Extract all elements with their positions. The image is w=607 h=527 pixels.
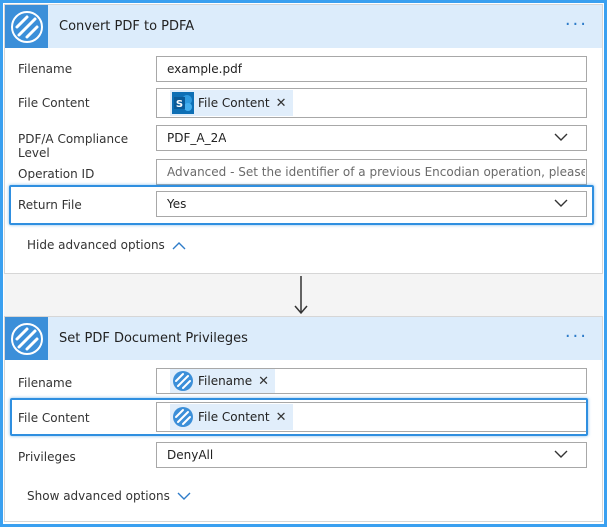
token-label: Filename [198,374,253,388]
encodian-icon [10,322,43,355]
encodian-icon [10,10,43,43]
advanced-toggle-label: Hide advanced options [27,238,165,252]
action-card-convert-pdf: Convert PDF to PDFA ··· Filename example… [4,4,603,274]
compliance-row: PDF/A Compliance Level PDF_A_2A [5,125,602,160]
file-content-token[interactable]: S File Content ✕ [170,90,293,116]
card-header[interactable]: Set PDF Document Privileges ··· [5,317,602,360]
remove-token-icon[interactable]: ✕ [276,96,287,111]
token-label: File Content [198,96,270,110]
operation-id-placeholder: Advanced - Set the identifier of a previ… [167,165,585,179]
chevron-down-icon[interactable] [554,132,568,142]
compliance-label: PDF/A Compliance Level [18,132,129,160]
privileges-label: Privileges [18,450,76,464]
filename-row: Filename example.pdf [5,56,602,82]
remove-token-icon[interactable]: ✕ [258,374,269,389]
operation-id-row: Operation ID Advanced - Set the identifi… [5,159,602,185]
card-title: Set PDF Document Privileges [59,331,248,346]
card-header[interactable]: Convert PDF to PDFA ··· [5,5,602,48]
file-content-row: File Content S File Content ✕ [5,88,602,118]
arrow-down-icon [294,276,308,315]
file-content-highlight [10,398,588,436]
operation-id-input[interactable]: Advanced - Set the identifier of a previ… [156,159,587,185]
compliance-select[interactable]: PDF_A_2A [156,125,587,151]
filename-input[interactable]: Filename ✕ [156,368,587,394]
filename-input[interactable]: example.pdf [156,56,587,82]
file-content-label: File Content [18,96,90,110]
operation-id-label: Operation ID [18,167,95,181]
encodian-logo [5,5,48,48]
filename-label: Filename [18,62,73,76]
compliance-value: PDF_A_2A [167,131,227,145]
card-title: Convert PDF to PDFA [59,19,195,34]
encodian-logo [5,317,48,360]
more-dots-icon[interactable]: ··· [565,16,588,34]
hide-advanced-options-link[interactable]: Hide advanced options [27,238,186,252]
chevron-down-icon[interactable] [554,449,568,459]
filename-value: example.pdf [167,62,242,76]
chevron-up-icon [172,241,186,249]
file-content-input[interactable]: S File Content ✕ [156,88,587,118]
show-advanced-options-link[interactable]: Show advanced options [27,489,191,503]
chevron-down-icon [177,492,191,500]
action-card-set-privileges: Set PDF Document Privileges ··· Filename [4,316,603,522]
advanced-toggle-label: Show advanced options [27,489,170,503]
privileges-value: DenyAll [167,448,214,462]
return-file-highlight [9,185,594,225]
filename-row: Filename Filename ✕ [5,368,602,394]
filename-label: Filename [18,376,73,390]
privileges-select[interactable]: DenyAll [156,442,587,468]
more-dots-icon[interactable]: ··· [565,328,588,346]
sharepoint-icon: S [172,92,194,114]
encodian-icon [172,370,194,392]
svg-text:S: S [176,99,183,110]
filename-token[interactable]: Filename ✕ [170,369,276,393]
privileges-row: Privileges DenyAll [5,442,602,468]
